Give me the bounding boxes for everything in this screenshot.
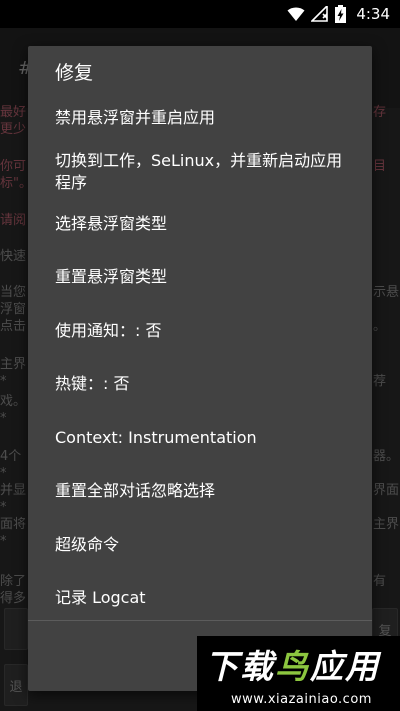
menu-item-hotkey[interactable]: 热键：: 否 (55, 373, 355, 395)
status-time: 4:34 (356, 5, 390, 23)
status-icons: 4:34 (287, 4, 390, 24)
menu-title: 修复 (55, 62, 94, 84)
no-signal-icon (311, 6, 329, 22)
menu-divider (28, 620, 372, 621)
menu-item-super-commands[interactable]: 超级命令 (55, 534, 355, 556)
fix-menu-popup: 修复 禁用悬浮窗并重启应用 切换到工作，SeLinux，并重新启动应用程序 选择… (28, 46, 372, 691)
menu-item-context-instrumentation[interactable]: Context: Instrumentation (55, 427, 355, 449)
watermark-url: www.xiazainiao.com (231, 692, 372, 707)
wifi-icon (287, 7, 305, 21)
menu-item-use-notification[interactable]: 使用通知：: 否 (55, 320, 355, 342)
menu-item-reset-overlay-type[interactable]: 重置悬浮窗类型 (55, 266, 355, 288)
watermark-logo: 下载鸟应用 www.xiazainiao.com (197, 636, 400, 711)
menu-item-record-logcat[interactable]: 记录 Logcat (55, 587, 355, 609)
menu-item-switch-work-selinux-restart[interactable]: 切换到工作，SeLinux，并重新启动应用程序 (55, 150, 345, 194)
battery-charging-icon (335, 5, 347, 23)
menu-item-disable-overlay-restart[interactable]: 禁用悬浮窗并重启应用 (55, 107, 355, 129)
menu-item-reset-dialog-ignore[interactable]: 重置全部对话忽略选择 (55, 480, 355, 502)
watermark-brand: 下载鸟应用 (205, 647, 380, 686)
menu-item-select-overlay-type[interactable]: 选择悬浮窗类型 (55, 213, 355, 235)
status-bar: 4:34 (0, 0, 400, 28)
